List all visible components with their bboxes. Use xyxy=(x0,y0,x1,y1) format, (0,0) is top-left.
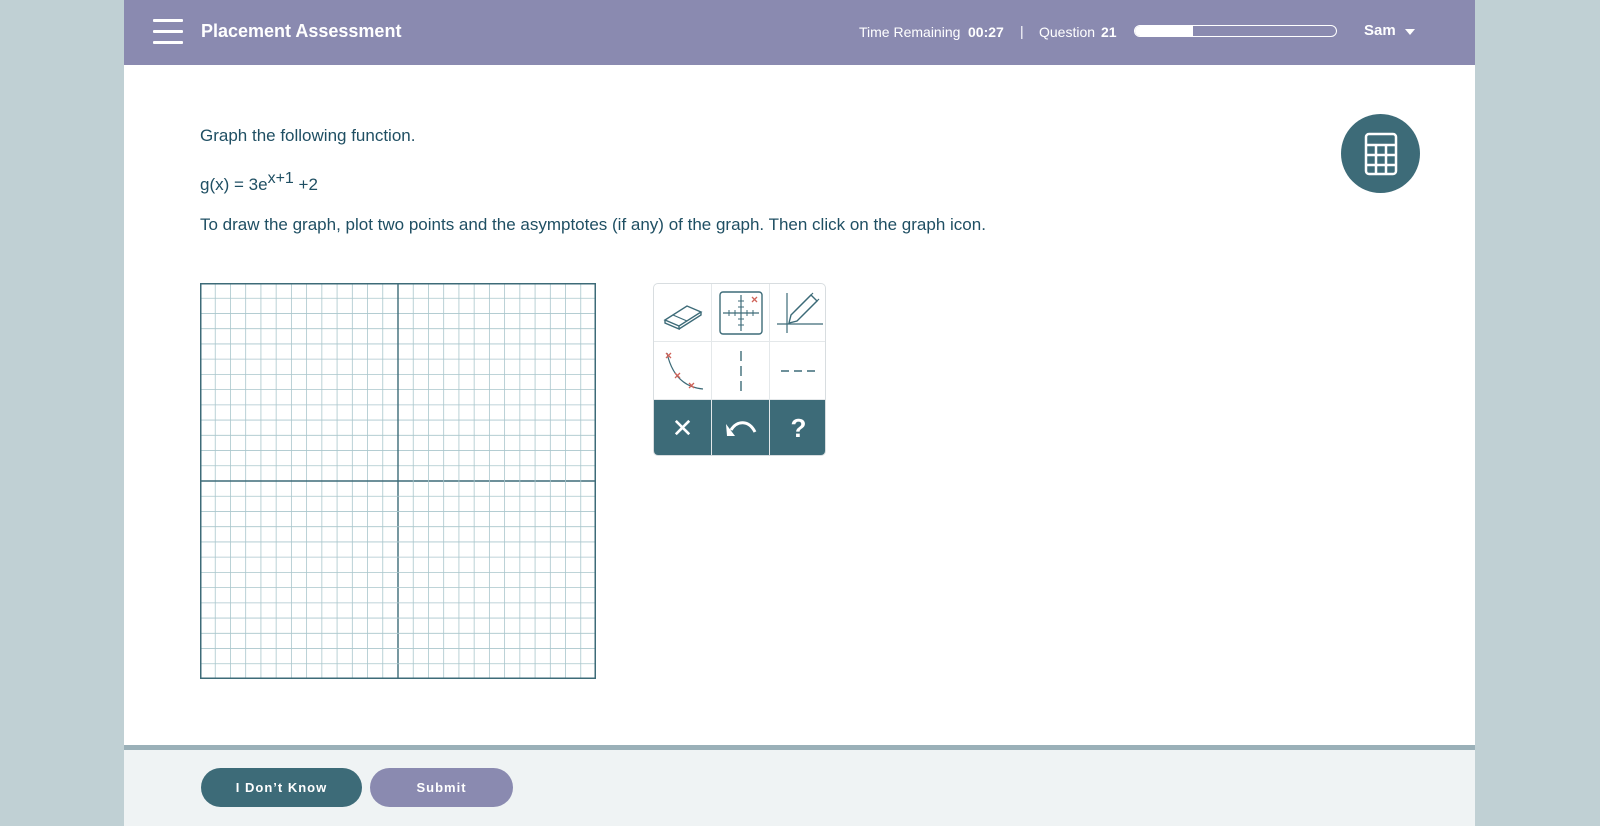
question-label: Question xyxy=(1039,24,1096,40)
help-button[interactable]: ? xyxy=(770,400,825,455)
time-remaining-label: Time Remaining xyxy=(859,24,961,40)
close-icon: ✕ xyxy=(671,413,694,443)
function-equation: g(x) = 3ex+1 +2 xyxy=(200,170,318,195)
undo-button[interactable] xyxy=(712,400,769,455)
graph-toolbar: ✕ ? xyxy=(653,283,826,456)
question-number: 21 xyxy=(1101,24,1117,40)
top-header: Placement Assessment Time Remaining 00:2… xyxy=(124,0,1475,65)
equation-tail: +2 xyxy=(293,175,318,194)
calculator-button[interactable] xyxy=(1341,114,1420,193)
clear-button[interactable]: ✕ xyxy=(654,400,711,455)
graph-area[interactable] xyxy=(200,283,596,679)
progress-bar-fill xyxy=(1135,26,1194,36)
equation-base: g(x) = 3e xyxy=(200,175,268,194)
vertical-asymptote-icon xyxy=(739,350,742,391)
caret-down-icon[interactable] xyxy=(1405,29,1415,35)
time-remaining-value: 00:27 xyxy=(968,24,1004,40)
calculator-icon xyxy=(1364,132,1397,175)
question-instructions: To draw the graph, plot two points and t… xyxy=(200,215,986,234)
footer-bar: I Don’t Know Submit xyxy=(124,750,1475,826)
dont-know-button[interactable]: I Don’t Know xyxy=(201,768,362,807)
question-prompt: Graph the following function. xyxy=(200,126,416,145)
app-title: Placement Assessment xyxy=(201,21,402,41)
vertical-asymptote-tool[interactable] xyxy=(712,342,769,399)
hamburger-menu-icon[interactable] xyxy=(153,19,183,45)
progress-bar xyxy=(1134,25,1337,37)
exponential-curve-icon xyxy=(665,352,703,390)
eraser-icon xyxy=(663,304,702,330)
horizontal-asymptote-tool[interactable] xyxy=(770,342,825,399)
graph-draw-tool[interactable] xyxy=(770,284,825,341)
exponential-curve-tool[interactable] xyxy=(654,342,711,399)
undo-icon xyxy=(725,420,756,436)
graph-draw-icon xyxy=(776,292,823,333)
assessment-app: Placement Assessment Time Remaining 00:2… xyxy=(124,0,1475,826)
eraser-tool[interactable] xyxy=(654,284,711,341)
point-plot-icon xyxy=(718,290,763,335)
header-separator: | xyxy=(1020,23,1024,39)
point-plot-tool[interactable] xyxy=(712,284,769,341)
user-menu[interactable]: Sam xyxy=(1364,22,1396,39)
submit-button[interactable]: Submit xyxy=(370,768,513,807)
equation-exponent: x+1 xyxy=(267,170,294,187)
help-icon: ? xyxy=(790,413,807,443)
horizontal-asymptote-icon xyxy=(780,369,817,372)
